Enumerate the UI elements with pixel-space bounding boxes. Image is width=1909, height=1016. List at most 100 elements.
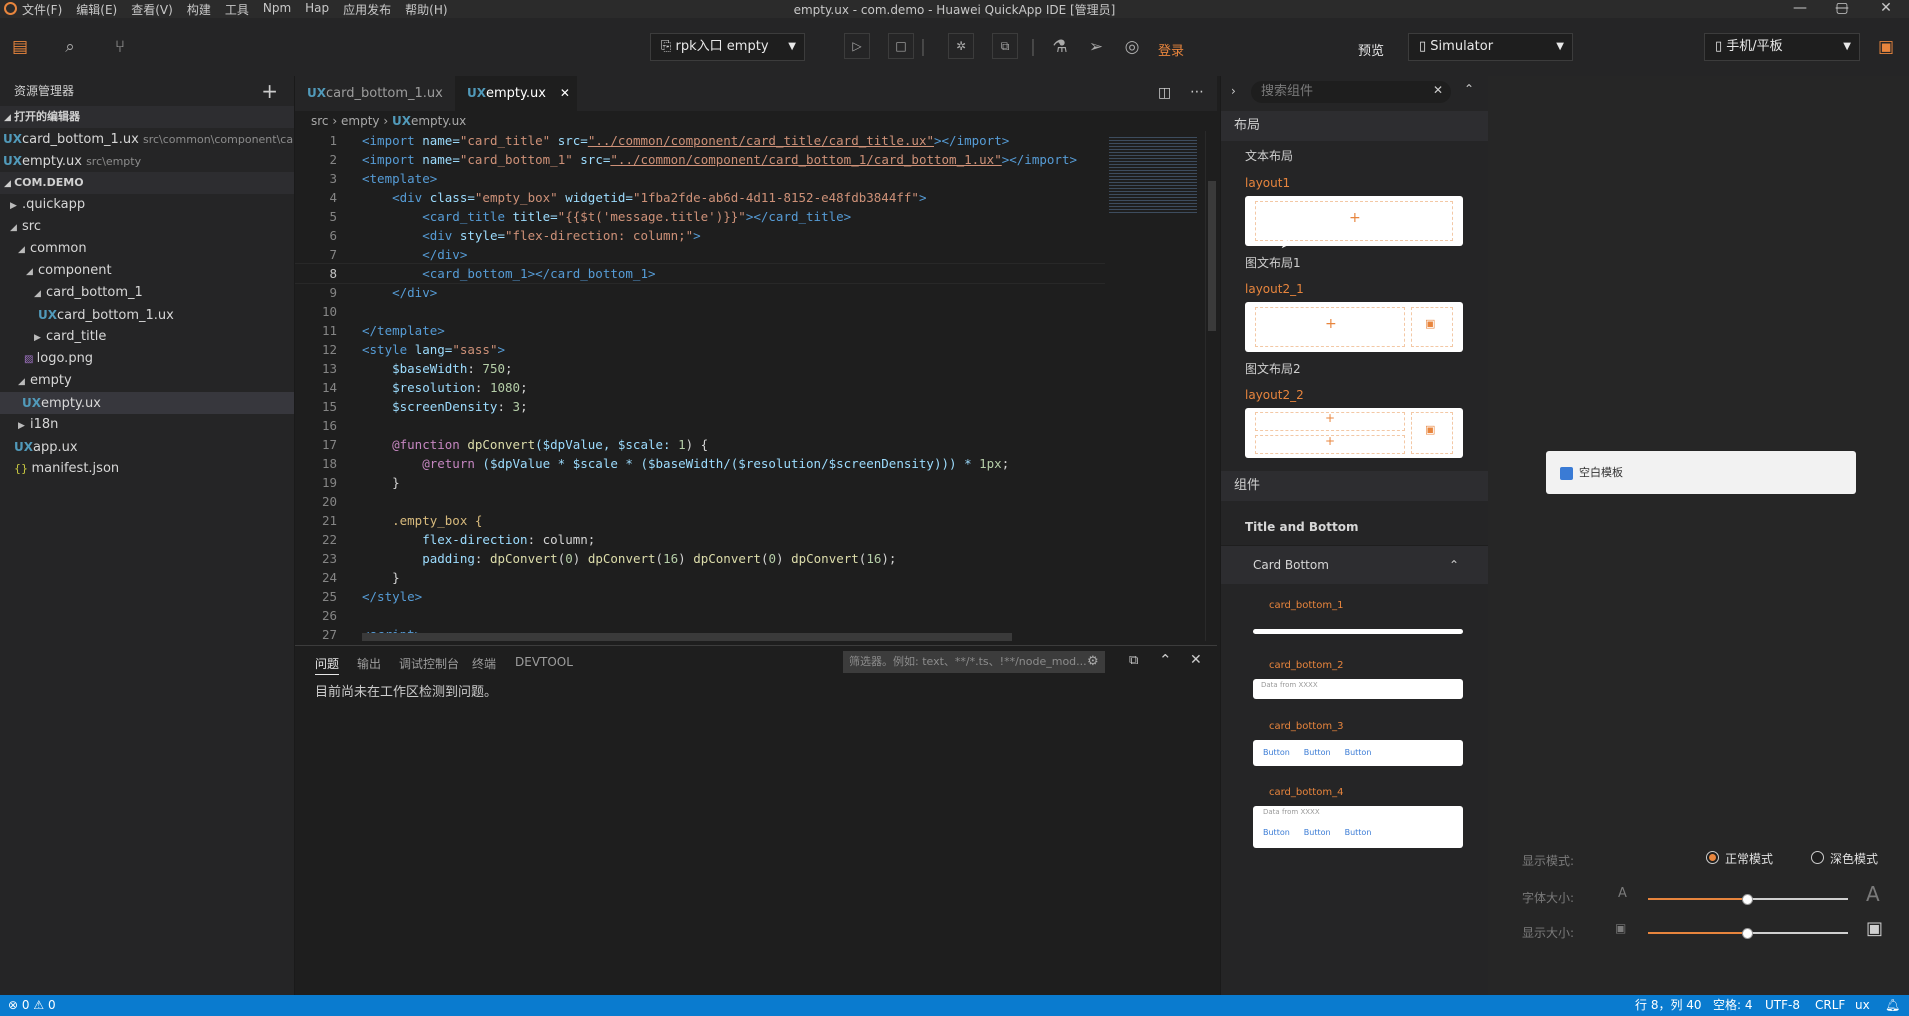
breadcrumb-file[interactable]: empty.ux — [411, 114, 466, 128]
tree-item-quickapp[interactable]: ▶ .quickapp — [0, 194, 294, 216]
simulator-select[interactable]: ▯ Simulator ▼ — [1408, 33, 1573, 61]
cursor-position[interactable]: 行 8，列 40 — [1635, 995, 1702, 1016]
more-actions-icon[interactable]: ⋯ — [1190, 84, 1204, 100]
indentation[interactable]: 空格: 4 — [1713, 995, 1753, 1016]
run-icon[interactable]: ▷ — [844, 33, 870, 59]
tree-item-src[interactable]: ◢ src — [0, 216, 294, 238]
menu-view[interactable]: 查看(V) — [131, 1, 173, 18]
cb2-preview[interactable]: Data from XXXX — [1253, 679, 1463, 699]
layout2-1-card[interactable]: + ▣ — [1245, 302, 1463, 352]
menu-build[interactable]: 构建 — [187, 1, 211, 18]
font-size-slider[interactable] — [1648, 894, 1848, 905]
horizontal-scrollbar[interactable] — [362, 633, 1012, 641]
menu-help[interactable]: 帮助(H) — [405, 1, 447, 18]
close-panel-icon[interactable]: ✕ — [1190, 652, 1202, 668]
menu-hap[interactable]: Hap — [305, 1, 329, 18]
component-search-input[interactable]: 搜索组件 — [1251, 81, 1451, 103]
search-icon[interactable]: ⌕ — [56, 33, 84, 61]
open-editor-item[interactable]: UXempty.ux src\empty — [0, 150, 294, 172]
display-size-slider[interactable] — [1648, 928, 1848, 939]
cb1-preview[interactable] — [1253, 629, 1463, 634]
problems-filter-input[interactable]: 筛选器。例如: text、**/*.ts、!**/node_mod... — [843, 651, 1105, 673]
tree-item-common[interactable]: ◢ common — [0, 238, 294, 260]
send-icon[interactable]: ➢ — [1082, 33, 1110, 61]
inspect-icon[interactable]: ⧉ — [992, 33, 1018, 59]
tab-terminal[interactable]: 终端 — [472, 655, 496, 672]
clear-search-icon[interactable]: ✕ — [1433, 83, 1443, 97]
tab-card-bottom-1[interactable]: UXcard_bottom_1.ux — [295, 76, 455, 111]
tab-empty[interactable]: UXempty.ux ✕ — [455, 76, 577, 111]
menu-publish[interactable]: 应用发布 — [343, 1, 391, 18]
filter-icon[interactable]: ⚙ — [1087, 654, 1099, 669]
tree-label: card_bottom_1 — [46, 285, 143, 300]
rpk-entry-select[interactable]: ⎘ rpk入口 empty ▼ — [650, 33, 805, 61]
code-line: 11 </template> — [295, 321, 1105, 340]
debug-icon[interactable]: ✲ — [948, 33, 974, 59]
tree-item-empty-ux[interactable]: UXempty.ux — [0, 392, 294, 414]
flask-icon[interactable]: ⚗ — [1046, 33, 1074, 61]
tab-problems[interactable]: 问题 — [315, 655, 340, 675]
tree-item-app-ux[interactable]: UXapp.ux — [0, 436, 294, 458]
close-icon[interactable]: ✕ — [560, 86, 570, 100]
layout1-card[interactable]: + — [1245, 196, 1463, 246]
layout2-2-card[interactable]: + + ▣ — [1245, 408, 1463, 458]
breadcrumb-src[interactable]: src — [311, 114, 329, 128]
menu-file[interactable]: 文件(F) — [22, 1, 62, 18]
add-icon[interactable]: + — [261, 76, 278, 106]
tree-item-card-bottom-1[interactable]: ◢ card_bottom_1 — [0, 282, 294, 304]
tab-debug-console[interactable]: 调试控制台 — [399, 655, 459, 672]
tree-item-card-title[interactable]: ▶ card_title — [0, 326, 294, 348]
slider-knob[interactable] — [1742, 928, 1753, 939]
cb4-preview[interactable]: Data from XXXX Button Button Button — [1253, 806, 1463, 848]
collapse-all-icon[interactable]: ⧉ — [1129, 653, 1138, 668]
login-link[interactable]: 登录 — [1158, 40, 1184, 59]
menu-tools[interactable]: 工具 — [225, 1, 249, 18]
split-editor-icon[interactable]: ◫ — [1158, 85, 1171, 101]
device-select[interactable]: ▯ 手机/平板 ▼ — [1704, 33, 1860, 61]
tree-item-card-bottom-1-ux[interactable]: UXcard_bottom_1.ux — [0, 304, 294, 326]
problems-status[interactable]: ⊗ 0 ⚠ 0 — [8, 995, 56, 1016]
tree-item-component[interactable]: ◢ component — [0, 260, 294, 282]
radio-dark-mode[interactable] — [1811, 851, 1824, 864]
card-bottom-group[interactable]: Card Bottom ⌃ — [1221, 546, 1489, 584]
component-section[interactable]: 组件 — [1221, 471, 1489, 501]
source-control-icon[interactable]: ⑂ — [106, 33, 134, 61]
tree-item-logo[interactable]: ▨ logo.png — [0, 348, 294, 370]
title-and-bottom-item[interactable]: Title and Bottom — [1221, 508, 1489, 546]
breadcrumb-empty[interactable]: empty — [341, 114, 380, 128]
collapse-all-icon[interactable]: ⌃ — [1464, 82, 1474, 96]
layout-section[interactable]: 布局 — [1221, 111, 1489, 141]
cb3-preview[interactable]: Button Button Button — [1253, 740, 1463, 766]
tab-devtool[interactable]: DEVTOOL — [515, 655, 573, 669]
code-token: $screenDensity — [362, 399, 498, 414]
maximize-button[interactable]: ▢ — [1822, 0, 1862, 18]
tree-item-empty[interactable]: ◢ empty — [0, 370, 294, 392]
tab-output[interactable]: 输出 — [357, 655, 381, 672]
scrollbar-thumb[interactable] — [1208, 181, 1216, 331]
close-window-button[interactable]: ✕ — [1866, 0, 1906, 18]
chevron-right-icon[interactable]: › — [1231, 84, 1236, 98]
tree-item-manifest[interactable]: {} manifest.json — [0, 458, 294, 480]
encoding[interactable]: UTF-8 — [1765, 995, 1800, 1016]
open-editors-section[interactable]: ◢ 打开的编辑器 — [0, 106, 294, 128]
line-ending[interactable]: CRLF — [1815, 995, 1845, 1016]
fingerprint-icon[interactable]: ◎ — [1118, 33, 1146, 61]
menu-edit[interactable]: 编辑(E) — [76, 1, 117, 18]
language-mode[interactable]: ux — [1855, 995, 1870, 1016]
menu-npm[interactable]: Npm — [263, 1, 291, 18]
project-section[interactable]: ◢ COM.DEMO — [0, 172, 294, 194]
minimize-button-2[interactable]: — — [1780, 0, 1820, 18]
slider-knob[interactable] — [1742, 894, 1753, 905]
tree-item-i18n[interactable]: ▶ i18n — [0, 414, 294, 436]
bell-icon[interactable]: 🔔︎ — [1885, 995, 1900, 1016]
maximize-panel-icon[interactable]: ⌃ — [1159, 651, 1172, 669]
code-editor[interactable]: 1 <import name="card_title" src="../commo… — [295, 131, 1105, 641]
device-settings-icon[interactable]: ▣ — [1872, 33, 1900, 61]
stop-icon[interactable]: □ — [888, 33, 914, 59]
template-card[interactable]: 空白模板 — [1546, 451, 1856, 494]
radio-normal-mode[interactable] — [1706, 851, 1719, 864]
explorer-icon[interactable]: ▤ — [6, 33, 34, 61]
minimap[interactable] — [1105, 131, 1205, 641]
open-editor-item[interactable]: UXcard_bottom_1.ux src\common\component\… — [0, 128, 294, 150]
vertical-scrollbar[interactable] — [1205, 131, 1217, 641]
